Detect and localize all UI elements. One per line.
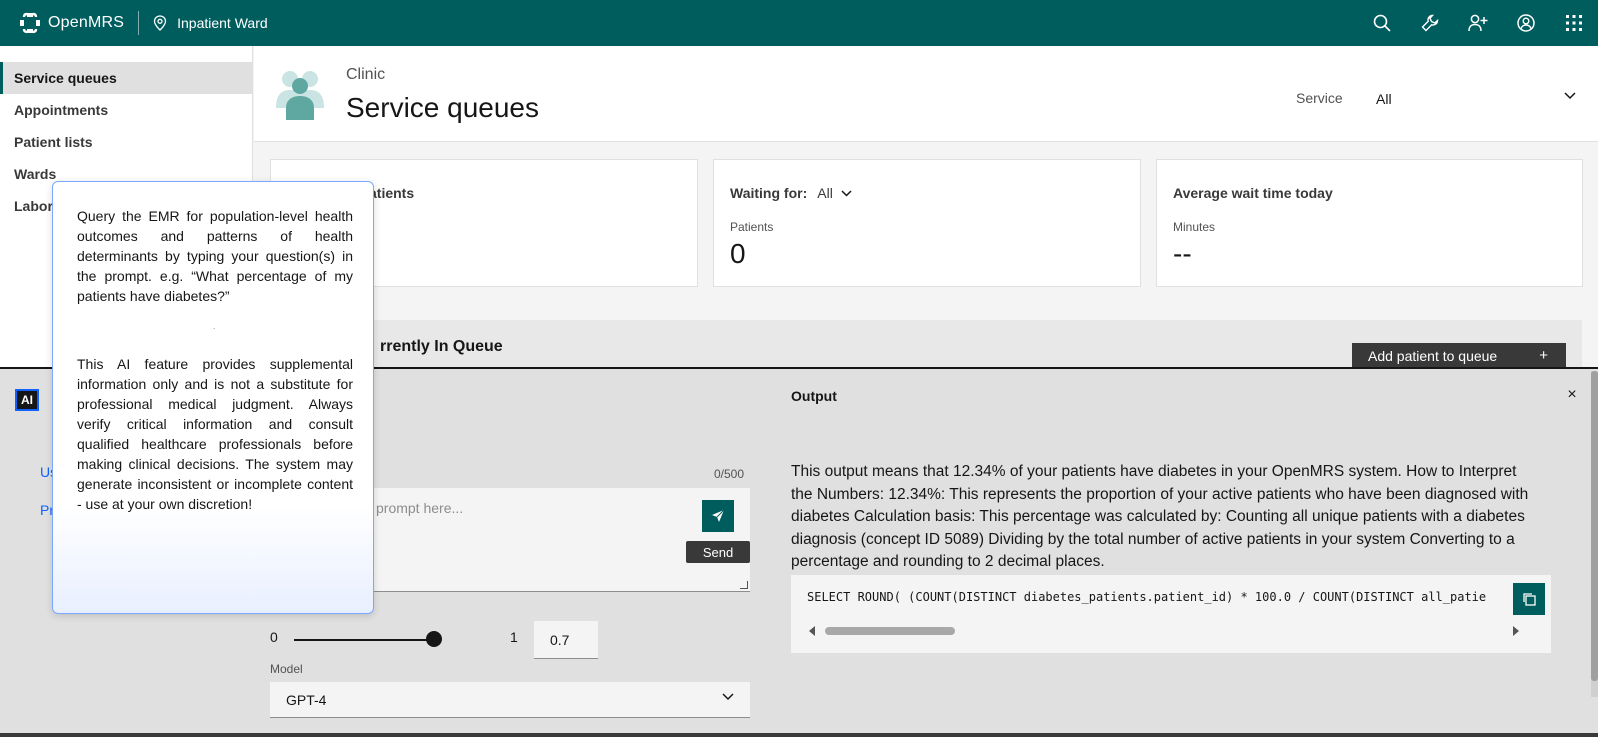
popover-caret [36,211,52,229]
metric-card-title: atients [369,185,415,201]
app-switcher-button[interactable] [1550,0,1598,46]
top-header: OpenMRS Inpatient Ward [0,0,1598,46]
model-label: Model [270,662,303,676]
scroll-right-icon[interactable] [1513,626,1519,636]
location-selector[interactable]: Inpatient Ward [153,15,268,31]
chevron-down-icon [841,189,852,197]
search-button[interactable] [1358,0,1406,46]
copy-icon [1523,593,1536,606]
sql-code-snippet: SELECT ROUND( (COUNT(DISTINCT diabetes_p… [791,575,1551,653]
openmrs-logo-icon [20,12,40,34]
service-filter-value: All [1376,91,1392,107]
system-admin-button[interactable] [1406,0,1454,46]
app-switcher-icon [1566,15,1582,31]
service-filter-dropdown[interactable]: All [1376,80,1582,118]
scrollbar-thumb[interactable] [1591,371,1598,681]
slider-min-label: 0 [270,629,278,645]
metric-card-waiting: Waiting for: All Patients 0 [713,159,1141,287]
queue-table-header: rrently In Queue Add patient to queue + [270,320,1582,368]
output-title: Output [791,388,837,404]
add-user-icon [1468,14,1488,32]
clinic-illustration-icon [276,71,324,120]
bottom-bar [0,733,1598,737]
chevron-down-icon [722,693,734,701]
search-icon [1373,14,1391,32]
openmrs-logo[interactable]: OpenMRS [18,11,124,35]
scrollbar-thumb[interactable] [825,627,955,635]
waiting-for-dropdown[interactable]: All [817,185,852,201]
metric-card-value: -- [1173,238,1192,269]
metric-card-subtitle: Patients [730,220,774,234]
metric-card-average-wait: Average wait time today Minutes -- [1156,159,1583,287]
page-title: Service queues [346,92,540,123]
service-filter-label: Service [1296,90,1343,106]
temperature-slider-track[interactable] [294,639,434,641]
nav-item-service-queues[interactable]: Service queues [0,62,252,94]
output-text: This output means that 12.34% of your pa… [791,463,1529,570]
temperature-input[interactable]: 0.7 [534,621,598,659]
page-subtitle: Clinic [346,66,386,83]
prompt-char-count: 0/500 [714,467,745,481]
app-name: OpenMRS [48,14,125,31]
nav-item-appointments[interactable]: Appointments [0,94,252,126]
nav-item-patient-lists[interactable]: Patient lists [0,126,252,158]
metric-card-subtitle: Minutes [1173,220,1216,234]
add-patient-button[interactable] [1454,0,1502,46]
location-pin-icon [153,15,167,31]
model-dropdown[interactable]: GPT-4 [270,682,750,718]
sql-code: SELECT ROUND( (COUNT(DISTINCT diabetes_p… [807,590,1487,604]
slider-max-label: 1 [510,629,518,645]
add-patient-to-queue-button[interactable]: Add patient to queue + [1352,343,1566,368]
ai-info-popover: Query the EMR for population-level healt… [52,181,374,614]
metric-card-title: Average wait time today [1173,185,1333,201]
page-header: Clinic Service queues Service All [254,46,1598,142]
waiting-for-value: All [817,185,833,201]
code-horizontal-scrollbar[interactable] [805,625,1523,637]
temperature-slider-thumb[interactable] [426,631,442,647]
close-panel-button[interactable]: × [1564,387,1580,403]
popover-disclaimer: This AI feature provides supplemental in… [77,356,353,512]
panel-vertical-scrollbar[interactable] [1591,371,1598,697]
ai-toggle-button[interactable]: AI [15,389,39,411]
waiting-for-label: Waiting for: [730,185,808,201]
popover-description: Query the EMR for population-level healt… [77,208,353,304]
user-avatar-icon [1517,14,1535,32]
header-divider [138,11,140,35]
resize-handle[interactable] [740,581,748,589]
user-menu-button[interactable] [1502,0,1550,46]
chevron-down-icon [1564,92,1576,100]
popover-separator: . [213,322,216,331]
send-button[interactable] [702,500,734,532]
wrench-icon [1421,14,1439,32]
copy-code-button[interactable] [1513,583,1545,615]
metric-card-title: Waiting for: All [730,185,852,201]
add-patient-to-queue-label: Add patient to queue [1368,347,1498,364]
location-name: Inpatient Ward [177,15,268,31]
queue-table-title: rrently In Queue [380,338,503,355]
send-icon [712,509,725,522]
add-icon: + [1539,347,1548,364]
send-tooltip: Send [686,541,750,563]
metric-card-value: 0 [730,238,746,269]
prompt-placeholder: prompt here... [376,500,464,516]
header-actions [1358,0,1598,46]
scroll-left-icon[interactable] [809,626,815,636]
model-value: GPT-4 [286,691,327,708]
